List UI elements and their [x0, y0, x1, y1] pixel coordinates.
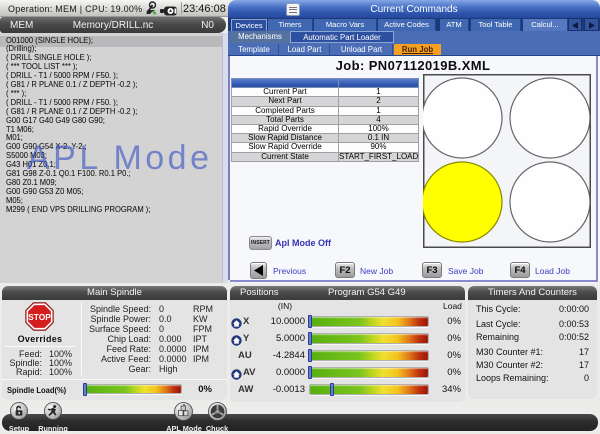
svg-text:STOP: STOP [28, 312, 51, 322]
